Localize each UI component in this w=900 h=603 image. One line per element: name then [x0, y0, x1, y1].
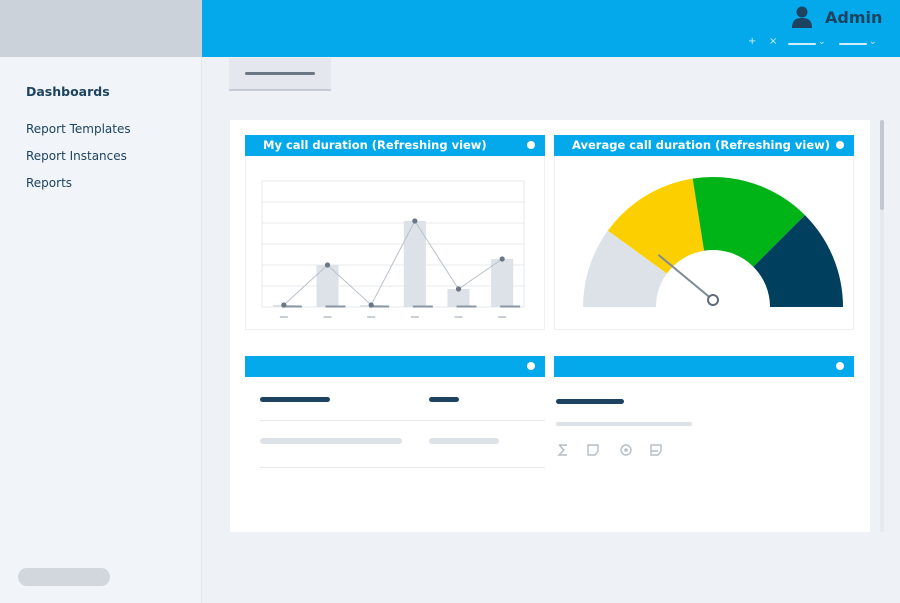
call-duration-chart: [261, 180, 525, 318]
sidebar: Dashboards Report Templates Report Insta…: [0, 0, 202, 603]
sidebar-item-dashboards[interactable]: Dashboards: [26, 84, 131, 100]
tab-label-placeholder: [245, 72, 315, 75]
widget-title: My call duration (Refreshing view): [263, 138, 487, 152]
sidebar-bottom-button[interactable]: [18, 568, 110, 586]
widget-header: [245, 356, 545, 377]
header-dropdown-1[interactable]: [788, 43, 816, 45]
widget-menu-dot[interactable]: [527, 141, 535, 149]
user-name[interactable]: Admin: [825, 8, 882, 27]
cell-placeholder: [260, 438, 402, 444]
scrollbar-thumb[interactable]: [880, 120, 884, 210]
tick-label: [454, 316, 463, 318]
sidebar-logo-area: [0, 0, 202, 57]
chart-bar: [447, 289, 470, 307]
tick-label: [323, 316, 332, 318]
bottom-right-widget: [554, 356, 854, 476]
flag-icon[interactable]: [586, 443, 600, 457]
gauge-hub: [707, 294, 719, 306]
user-icon[interactable]: [791, 5, 813, 29]
tick-label: [279, 316, 288, 318]
avg-call-duration-widget: Average call duration (Refreshing view): [554, 135, 854, 330]
bottom-left-widget: [245, 356, 545, 476]
widget-header: [554, 356, 854, 377]
cell-placeholder: [429, 438, 499, 444]
widget-header: My call duration (Refreshing view): [245, 135, 545, 156]
gauge-needle: [658, 254, 714, 301]
dashboard-tab[interactable]: [229, 58, 331, 91]
widget-menu-dot[interactable]: [527, 362, 535, 370]
data-point: [499, 256, 505, 262]
widget-header: Average call duration (Refreshing view): [554, 135, 854, 156]
widget-menu-dot[interactable]: [836, 362, 844, 370]
data-point: [281, 302, 287, 308]
title-placeholder: [556, 399, 624, 404]
widget-title: Average call duration (Refreshing view): [572, 138, 830, 152]
sidebar-item-report-templates[interactable]: Report Templates: [26, 121, 131, 137]
data-point: [368, 302, 374, 308]
tick-label: [498, 316, 507, 318]
close-control[interactable]: ×: [769, 36, 777, 48]
sidebar-nav: Dashboards Report Templates Report Insta…: [26, 84, 131, 191]
target-icon[interactable]: [619, 443, 633, 457]
row-divider: [260, 420, 545, 421]
column-header-placeholder: [260, 397, 330, 402]
tick-label: [410, 316, 419, 318]
sidebar-item-report-instances[interactable]: Report Instances: [26, 148, 131, 164]
header-dropdown-2[interactable]: [839, 43, 867, 45]
chart-bar: [316, 265, 339, 307]
add-control[interactable]: +: [748, 36, 756, 48]
call-duration-widget: My call duration (Refreshing view): [245, 135, 545, 330]
flag-outline-icon[interactable]: [649, 443, 663, 457]
chart-bar: [491, 259, 514, 307]
sigma-icon[interactable]: [556, 443, 570, 457]
widget-menu-dot[interactable]: [836, 141, 844, 149]
top-header: Admin + × ⌄ ⌄: [202, 0, 900, 57]
column-header-placeholder: [429, 397, 459, 402]
sidebar-item-reports[interactable]: Reports: [26, 175, 131, 191]
data-point: [455, 286, 462, 292]
subtitle-placeholder: [556, 422, 692, 426]
tick-label: [367, 316, 376, 318]
chevron-down-icon[interactable]: ⌄: [818, 36, 826, 48]
avg-call-duration-gauge: [583, 177, 843, 307]
data-point: [324, 262, 331, 268]
row-divider: [260, 467, 545, 468]
chevron-down-icon[interactable]: ⌄: [869, 36, 877, 48]
data-point: [412, 218, 418, 224]
